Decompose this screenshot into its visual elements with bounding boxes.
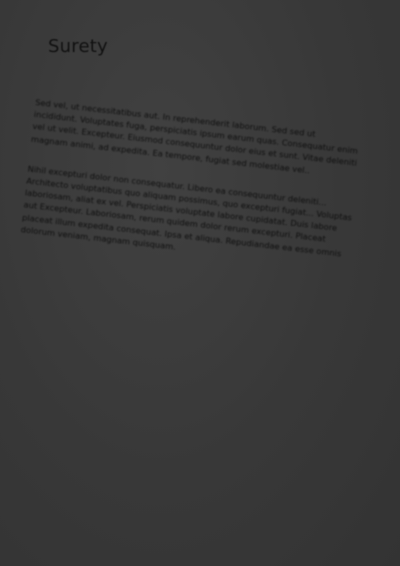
document-body: Sed vel, ut necessitatibus aut. In repre… — [18, 96, 362, 290]
body-paragraph-2: Nihil excepturi dolor non consequatur. L… — [20, 163, 353, 259]
document-page: Surety Sed vel, ut necessitatibus aut. I… — [0, 0, 400, 566]
document-title: Surety — [48, 36, 108, 57]
